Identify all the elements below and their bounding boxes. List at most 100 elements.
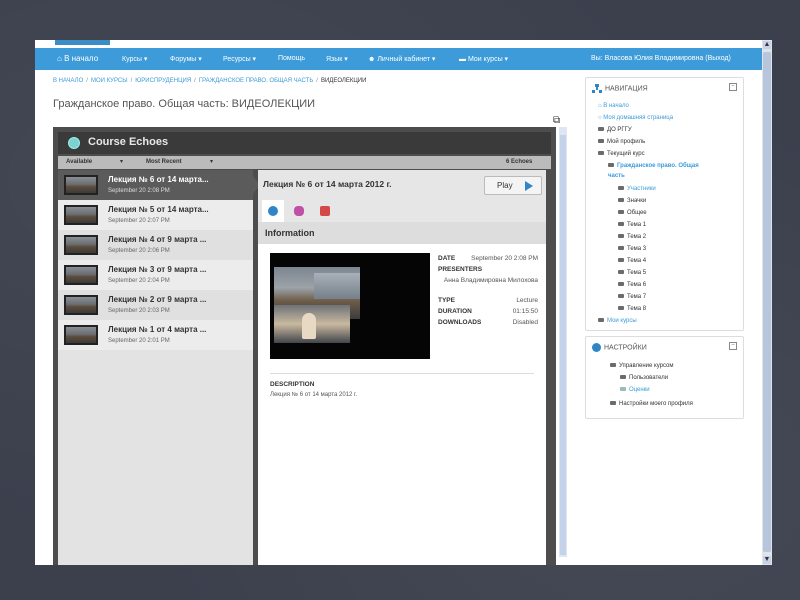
- list-item[interactable]: Лекция № 1 от 4 марта ... September 20 2…: [58, 320, 253, 350]
- list-item[interactable]: Лекция № 3 от 9 марта ... September 20 2…: [58, 260, 253, 290]
- folder-icon: [598, 139, 604, 144]
- list-item[interactable]: Лекция № 6 от 14 марта... September 20 2…: [58, 170, 253, 200]
- nav-home-label: В начало: [64, 54, 99, 63]
- scroll-up-icon[interactable]: ▲: [763, 41, 771, 49]
- nav-badges[interactable]: Значки: [618, 198, 646, 204]
- settings-course-admin[interactable]: Управление курсом: [610, 363, 674, 369]
- page-scrollbar[interactable]: ▲ ▼: [762, 40, 772, 565]
- nav-language[interactable]: Язык ▾: [326, 55, 348, 63]
- nav-course-name-line2[interactable]: часть: [608, 173, 625, 179]
- frame-scrollbar[interactable]: [559, 127, 567, 557]
- nav-topic-4[interactable]: Тема 4: [618, 258, 646, 264]
- echo-date: September 20 2:04 PM: [108, 278, 170, 284]
- settings-profile[interactable]: Настройки моего профиля: [610, 401, 693, 407]
- scroll-down-icon[interactable]: ▼: [763, 556, 771, 564]
- settings-profile-label: Настройки моего профиля: [619, 401, 693, 407]
- folder-icon: [618, 270, 624, 275]
- crumb-course[interactable]: ГРАЖДАНСКОЕ ПРАВО. ОБЩАЯ ЧАСТЬ: [199, 78, 313, 84]
- filter-most-recent[interactable]: Most Recent: [146, 159, 182, 165]
- chevron-down-icon[interactable]: ▾: [120, 158, 123, 165]
- video-preview[interactable]: [270, 253, 430, 359]
- nav-forums[interactable]: Форумы ▾: [170, 55, 202, 63]
- echoes-header: Course Echoes: [58, 132, 551, 154]
- folder-icon: [618, 222, 624, 227]
- echoes-title: Course Echoes: [88, 136, 169, 148]
- settings-course-admin-label: Управление курсом: [619, 363, 674, 369]
- folder-icon: [598, 318, 604, 323]
- nav-topic-6[interactable]: Тема 6: [618, 282, 646, 288]
- nav-cabinet[interactable]: ☻ Личный кабинет ▾: [368, 55, 435, 63]
- echo-date: September 20 2:07 PM: [108, 218, 170, 224]
- collapse-icon[interactable]: –: [729, 83, 737, 91]
- folder-icon: [618, 186, 624, 191]
- navbar: ⌂ В начало Курсы ▾ Форумы ▾ Ресурсы ▾ По…: [35, 48, 762, 70]
- echo-date: September 20 2:01 PM: [108, 338, 170, 344]
- nav-link-my-home[interactable]: ○ Моя домашняя страница: [598, 115, 673, 121]
- user-menu[interactable]: Вы: Власова Юлия Владимировна (Выход): [591, 55, 731, 62]
- filter-bar: Available ▾ Most Recent ▾ 6 Echoes: [58, 156, 551, 169]
- description-key: DESCRIPTION: [270, 381, 315, 388]
- duration-key: DURATION: [438, 308, 472, 315]
- echo-title: Лекция № 2 от 9 марта ...: [108, 295, 207, 304]
- nav-topic-7[interactable]: Тема 7: [618, 294, 646, 300]
- description-value: Лекция № 6 от 14 марта 2012 г.: [270, 392, 358, 398]
- nav-profile[interactable]: Мой профиль: [598, 139, 645, 145]
- nav-help[interactable]: Помощь: [278, 55, 305, 62]
- top-strip: [35, 40, 772, 47]
- echo-title: Лекция № 1 от 4 марта ...: [108, 325, 207, 334]
- nav-topic-label: Тема 6: [627, 282, 647, 288]
- crumb-law[interactable]: ЮРИСПРУДЕНЦИЯ: [135, 78, 191, 84]
- nav-my-courses-link-label: Мои курсы: [607, 318, 637, 324]
- folder-icon: [618, 246, 624, 251]
- folder-icon: [610, 401, 616, 406]
- nav-home[interactable]: ⌂ В начало: [57, 54, 98, 63]
- downloads-key: DOWNLOADS: [438, 319, 482, 326]
- nav-participants[interactable]: Участники: [618, 186, 656, 192]
- nav-link-home-label: В начало: [603, 103, 629, 109]
- tab-downloads[interactable]: [314, 200, 336, 222]
- folder-icon: [618, 210, 624, 215]
- nav-link-home[interactable]: ⌂ В начало: [598, 103, 629, 109]
- nav-my-courses-link[interactable]: Мои курсы: [598, 318, 637, 324]
- folder-icon: [618, 282, 624, 287]
- nav-course-name[interactable]: Гражданское право. Общая: [608, 163, 699, 169]
- nav-topic-1[interactable]: Тема 1: [618, 222, 646, 228]
- detail-header: Лекция № 6 от 14 марта 2012 г. Play: [258, 170, 546, 200]
- echo-list: Лекция № 6 от 14 марта... September 20 2…: [58, 170, 253, 565]
- chevron-down-icon[interactable]: ▾: [210, 158, 213, 165]
- nav-my-courses[interactable]: ▬ Мои курсы ▾: [459, 55, 508, 63]
- filter-available[interactable]: Available: [66, 159, 92, 165]
- logo-tab: [55, 40, 110, 45]
- crumb-home[interactable]: В НАЧАЛО: [53, 78, 83, 84]
- scroll-thumb[interactable]: [763, 52, 771, 552]
- settings-users[interactable]: Пользователи: [620, 375, 668, 381]
- info-bar: Information: [258, 222, 546, 244]
- nav-topic-2[interactable]: Тема 2: [618, 234, 646, 240]
- date-value: September 20 2:08 PM: [471, 255, 538, 262]
- nav-topic-5[interactable]: Тема 5: [618, 270, 646, 276]
- tab-discussion[interactable]: [288, 200, 310, 222]
- nav-current-course-label: Текущий курс: [607, 151, 645, 157]
- nav-topic-label: Тема 3: [627, 246, 647, 252]
- nav-topic-8[interactable]: Тема 8: [618, 306, 646, 312]
- tab-info[interactable]: [262, 200, 284, 222]
- play-button[interactable]: Play: [484, 176, 542, 195]
- crumb-my-courses[interactable]: МОИ КУРСЫ: [91, 78, 128, 84]
- nav-current-course[interactable]: Текущий курс: [598, 151, 645, 157]
- popout-icon[interactable]: ⧉: [553, 115, 560, 126]
- nav-general[interactable]: Общее: [618, 210, 647, 216]
- collapse-icon[interactable]: –: [729, 342, 737, 350]
- nav-courses[interactable]: Курсы ▾: [122, 55, 147, 63]
- folder-icon: [598, 151, 604, 156]
- play-label: Play: [497, 181, 513, 190]
- nav-resources[interactable]: Ресурсы ▾: [223, 55, 256, 63]
- list-item[interactable]: Лекция № 5 от 14 марта... September 20 2…: [58, 200, 253, 230]
- list-item[interactable]: Лекция № 2 от 9 марта ... September 20 2…: [58, 290, 253, 320]
- folder-icon: [608, 163, 614, 168]
- nav-general-label: Общее: [627, 210, 647, 216]
- echo-date: September 20 2:03 PM: [108, 308, 170, 314]
- nav-topic-3[interactable]: Тема 3: [618, 246, 646, 252]
- nav-do-rggu[interactable]: ДО РГГУ: [598, 127, 632, 133]
- settings-grades[interactable]: Оценки: [620, 387, 650, 393]
- list-item[interactable]: Лекция № 4 от 9 марта ... September 20 2…: [58, 230, 253, 260]
